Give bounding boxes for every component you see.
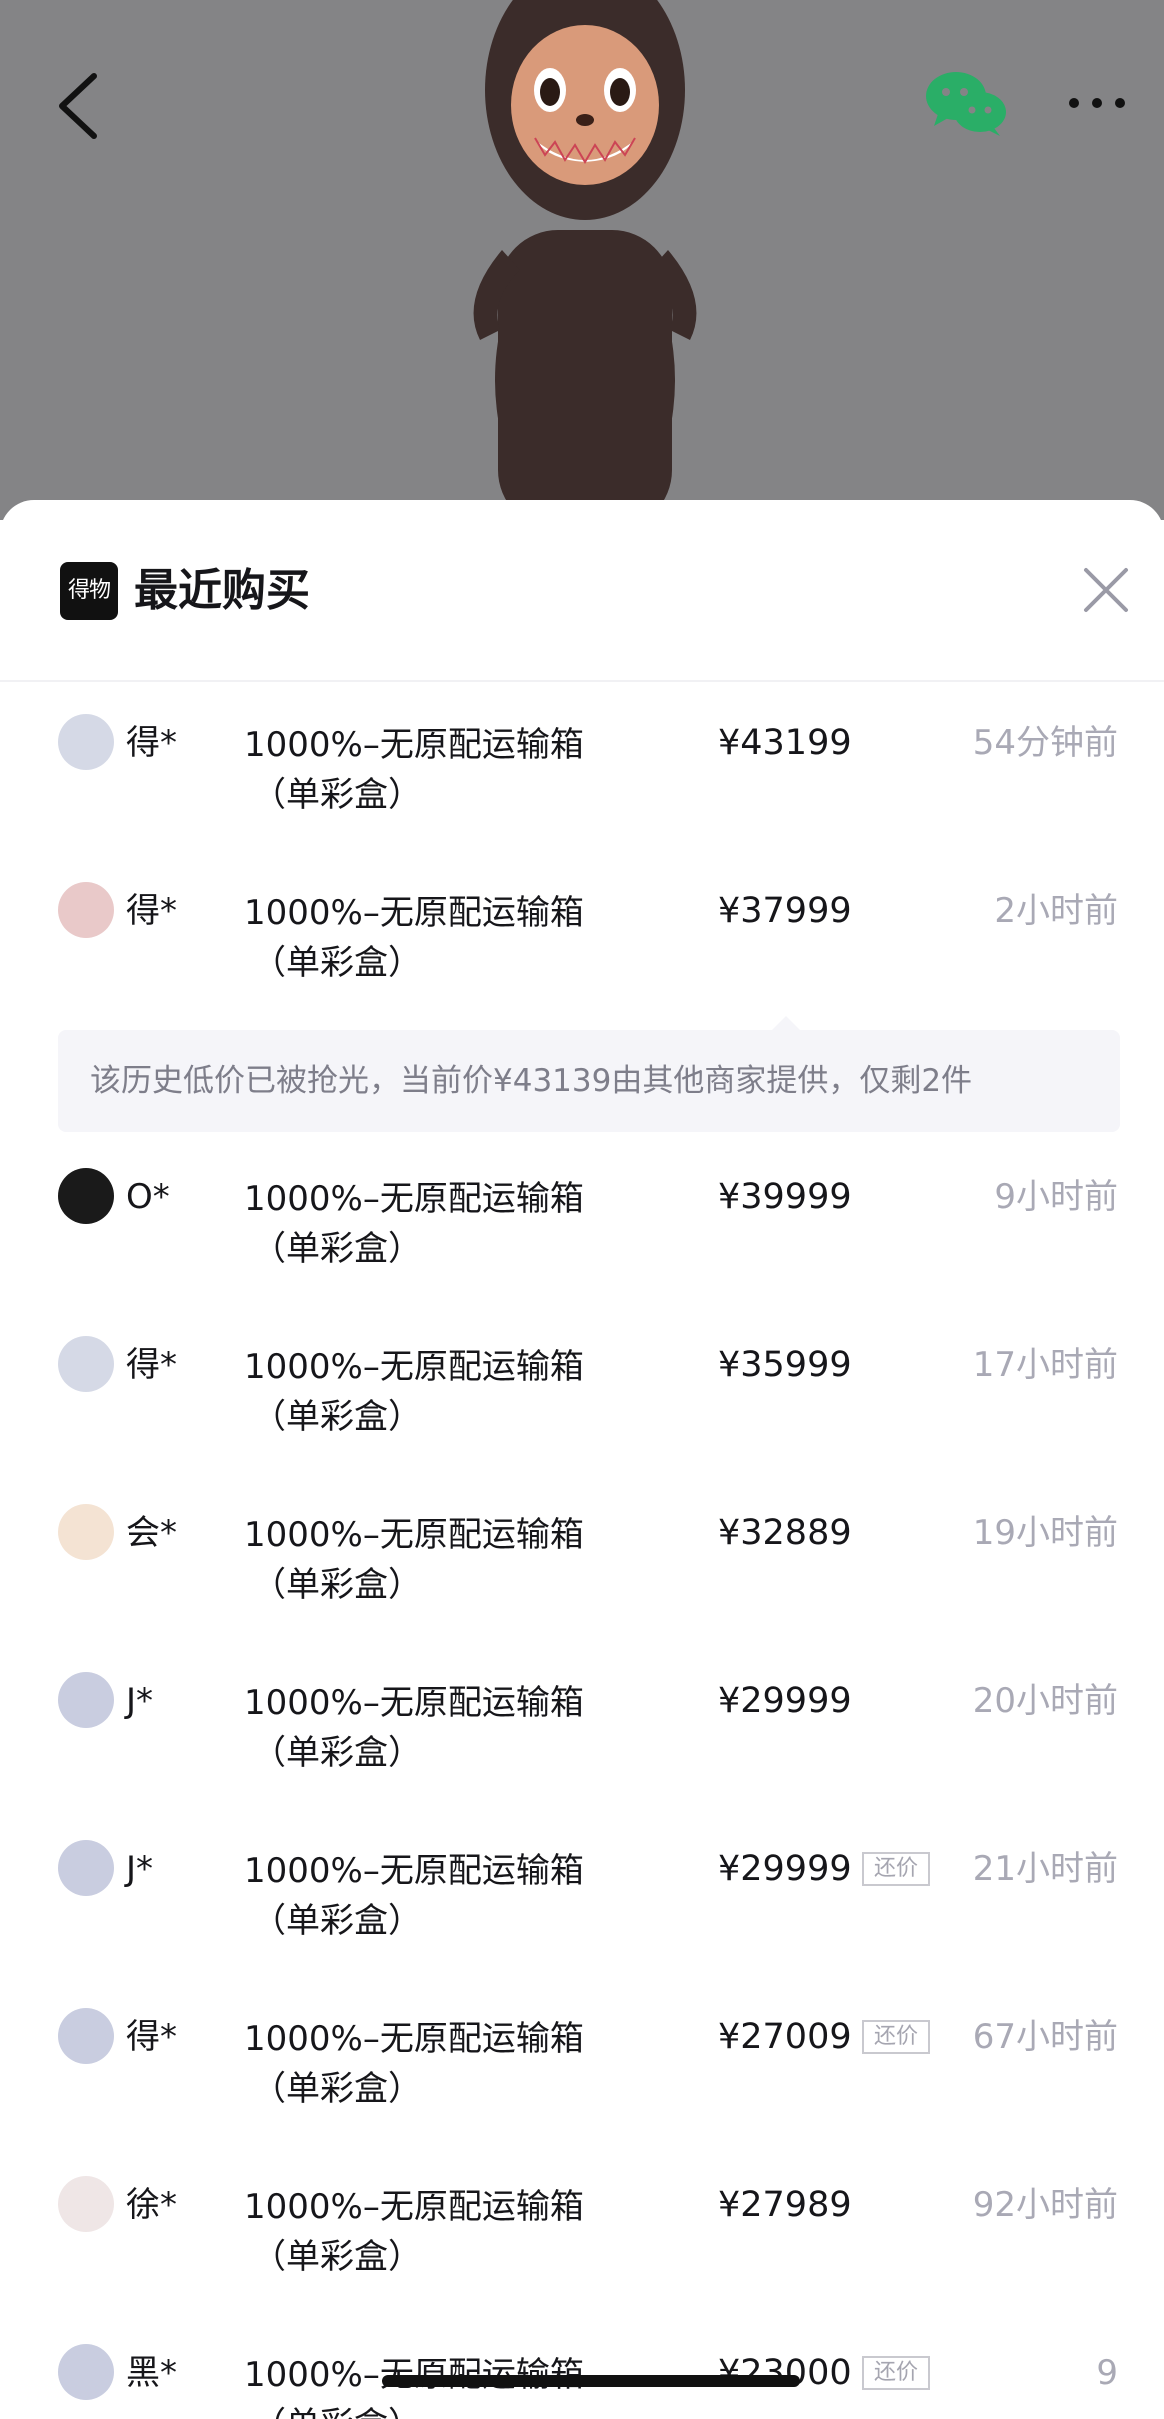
back-button[interactable] xyxy=(48,70,108,142)
product-spec-line2: （单彩盒） xyxy=(252,1397,422,1437)
product-spec-line2: （单彩盒） xyxy=(244,2400,624,2419)
product-spec-line1: 1000%–无原配运输箱 xyxy=(244,2187,584,2227)
product-spec: 1000%–无原配运输箱 （单彩盒） xyxy=(244,2014,624,2114)
list-item: 会* 1000%–无原配运输箱 （单彩盒） ¥32889 19小时前 xyxy=(0,1472,1164,1640)
purchase-time: 9 xyxy=(1096,2353,1118,2393)
buyer-name: 会* xyxy=(126,1513,177,1553)
product-spec-line2: （单彩盒） xyxy=(252,775,422,815)
purchase-time: 2小时前 xyxy=(994,891,1118,931)
product-spec: 1000%–无原配运输箱 （单彩盒） xyxy=(244,1846,624,1946)
avatar xyxy=(58,1168,114,1224)
list-item: 徐* 1000%–无原配运输箱 （单彩盒） ¥27989 92小时前 xyxy=(0,2144,1164,2312)
buyer-name: 得* xyxy=(126,891,177,931)
purchase-list[interactable]: 得* 1000%–无原配运输箱 （单彩盒） ¥43199 54分钟前 得* 100… xyxy=(0,682,1164,2419)
list-item: J* 1000%–无原配运输箱 （单彩盒） ¥29999 还价 21小时前 xyxy=(0,1808,1164,1976)
product-spec: 1000%–无原配运输箱 （单彩盒） xyxy=(244,888,624,988)
list-item: 得* 1000%–无原配运输箱 （单彩盒） ¥35999 17小时前 xyxy=(0,1304,1164,1472)
avatar xyxy=(58,882,114,938)
buyer-name: 徐* xyxy=(126,2185,177,2225)
list-item: 得* 1000%–无原配运输箱 （单彩盒） ¥27009 还价 67小时前 xyxy=(0,1976,1164,2144)
list-item: 得* 1000%–无原配运输箱 （单彩盒） ¥37999 2小时前 xyxy=(0,850,1164,1018)
buyer-name: J* xyxy=(126,1681,154,1721)
bargain-tag: 还价 xyxy=(862,1852,930,1886)
purchase-price: ¥32889 xyxy=(718,1513,852,1553)
avatar xyxy=(58,2008,114,2064)
share-wechat-button[interactable] xyxy=(924,70,1008,138)
purchase-price: ¥29999 xyxy=(718,1849,852,1889)
product-spec-line2: （单彩盒） xyxy=(252,1901,422,1941)
price-notice: 该历史低价已被抢光，当前价¥43139由其他商家提供，仅剩2件 xyxy=(0,1016,1164,1136)
purchase-price: ¥43199 xyxy=(718,723,852,763)
product-spec-line2: （单彩盒） xyxy=(252,1733,422,1773)
purchase-price: ¥39999 xyxy=(718,1177,852,1217)
purchase-price: ¥23000 xyxy=(718,2353,852,2393)
avatar xyxy=(58,1840,114,1896)
purchase-time: 19小时前 xyxy=(972,1513,1118,1553)
home-indicator[interactable] xyxy=(382,2375,800,2387)
product-image xyxy=(473,0,697,520)
bargain-tag: 还价 xyxy=(862,2020,930,2054)
purchase-time: 9小时前 xyxy=(994,1177,1118,1217)
purchase-time: 20小时前 xyxy=(972,1681,1118,1721)
buyer-name: 得* xyxy=(126,2017,177,2057)
avatar xyxy=(58,714,114,770)
more-dots-icon xyxy=(1069,98,1125,108)
product-spec-line1: 1000%–无原配运输箱 xyxy=(244,1683,584,1723)
buyer-name: O* xyxy=(126,1177,170,1217)
buyer-name: 得* xyxy=(126,1345,177,1385)
price-notice-text: 该历史低价已被抢光，当前价¥43139由其他商家提供，仅剩2件 xyxy=(58,1030,1120,1132)
recent-purchases-sheet: 得物 最近购买 得* 1000%–无原配运输箱 （单彩盒） ¥43199 54分钟… xyxy=(0,500,1164,2419)
product-spec-line1: 1000%–无原配运输箱 xyxy=(244,1851,584,1891)
buyer-name: J* xyxy=(126,1849,154,1889)
buyer-name: 黑* xyxy=(126,2353,177,2393)
product-spec: 1000%–无原配运输箱 （单彩盒） xyxy=(244,1510,624,1610)
purchase-price: ¥35999 xyxy=(718,1345,852,1385)
product-spec-line2: （单彩盒） xyxy=(252,2069,422,2109)
purchase-time: 54分钟前 xyxy=(972,723,1118,763)
more-button[interactable] xyxy=(1068,88,1126,118)
purchase-price: ¥37999 xyxy=(718,891,852,931)
product-spec-line2: （单彩盒） xyxy=(252,1565,422,1605)
product-spec-line1: 1000%–无原配运输箱 xyxy=(244,1347,584,1387)
avatar xyxy=(58,2344,114,2400)
wechat-icon xyxy=(926,72,1006,136)
avatar xyxy=(58,2176,114,2232)
list-item: O* 1000%–无原配运输箱 （单彩盒） ¥39999 9小时前 xyxy=(0,1136,1164,1304)
product-spec-line2: （单彩盒） xyxy=(252,943,422,983)
product-spec: 1000%–无原配运输箱 （单彩盒） xyxy=(244,2182,624,2282)
close-icon xyxy=(1084,568,1128,612)
product-hero xyxy=(0,0,1164,520)
purchase-time: 17小时前 xyxy=(972,1345,1118,1385)
purchase-time: 67小时前 xyxy=(972,2017,1118,2057)
product-spec-line1: 1000%–无原配运输箱 xyxy=(244,1515,584,1555)
avatar xyxy=(58,1672,114,1728)
buyer-name: 得* xyxy=(126,723,177,763)
purchase-price: ¥27989 xyxy=(718,2185,852,2225)
purchase-time: 92小时前 xyxy=(972,2185,1118,2225)
purchase-price: ¥27009 xyxy=(718,2017,852,2057)
product-spec: 1000%–无原配运输箱 （单彩盒） xyxy=(244,720,624,820)
product-spec-line1: 1000%–无原配运输箱 xyxy=(244,2019,584,2059)
avatar xyxy=(58,1504,114,1560)
close-button[interactable] xyxy=(1080,564,1132,616)
list-item: 黑* 1000%–无原配运输箱（单彩盒） ¥23000 还价 9 xyxy=(0,2312,1164,2419)
purchase-price: ¥29999 xyxy=(718,1681,852,1721)
product-spec-line2: （单彩盒） xyxy=(252,1229,422,1269)
avatar xyxy=(58,1336,114,1392)
list-item: 得* 1000%–无原配运输箱 （单彩盒） ¥43199 54分钟前 xyxy=(0,682,1164,850)
chevron-left-icon xyxy=(59,73,97,139)
product-spec-line1: 1000%–无原配运输箱 xyxy=(244,725,584,765)
product-spec-line1: 1000%–无原配运输箱 xyxy=(244,1179,584,1219)
sheet-title: 最近购买 xyxy=(134,565,310,616)
product-spec: 1000%–无原配运输箱 （单彩盒） xyxy=(244,1174,624,1274)
product-spec: 1000%–无原配运输箱 （单彩盒） xyxy=(244,1678,624,1778)
product-spec-line2: （单彩盒） xyxy=(252,2237,422,2277)
sheet-header: 得物 最近购买 xyxy=(0,500,1164,682)
purchase-time: 21小时前 xyxy=(972,1849,1118,1889)
product-spec-line1: 1000%–无原配运输箱 xyxy=(244,893,584,933)
dewu-logo: 得物 xyxy=(60,562,118,620)
bargain-tag: 还价 xyxy=(862,2356,930,2390)
list-item: J* 1000%–无原配运输箱 （单彩盒） ¥29999 20小时前 xyxy=(0,1640,1164,1808)
product-spec: 1000%–无原配运输箱 （单彩盒） xyxy=(244,1342,624,1442)
